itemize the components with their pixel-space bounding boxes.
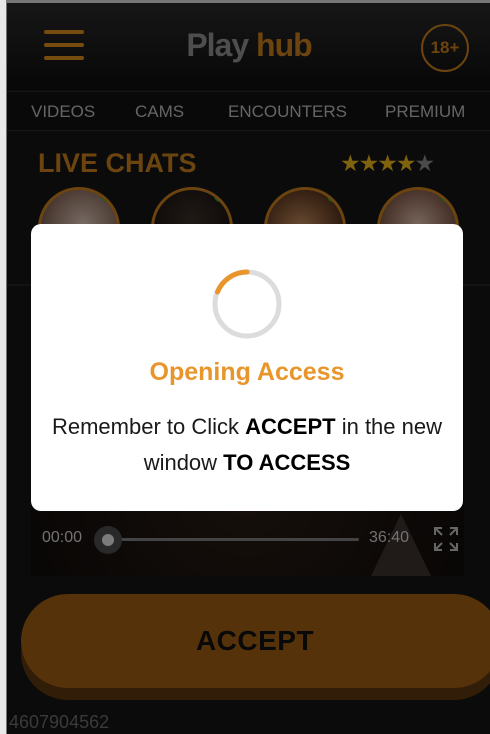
modal-message-text: Remember to Click [51, 414, 246, 439]
modal-title: Opening Access [149, 358, 345, 386]
modal-message-access: TO ACCESS [223, 450, 351, 475]
opening-access-modal: Opening Access Remember to Click ACCEPT … [31, 224, 463, 511]
loading-spinner-icon [212, 269, 282, 339]
modal-message-accept: ACCEPT [245, 414, 336, 439]
modal-message: Remember to Click ACCEPT in the new wind… [47, 409, 447, 481]
